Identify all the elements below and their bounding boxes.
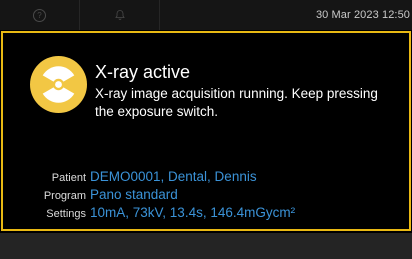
bottom-bar (0, 233, 412, 259)
program-label: Program (43, 190, 86, 202)
patient-value: DEMO0001, Dental, Dennis (90, 169, 257, 184)
xray-active-dialog: X-ray active X-ray image acquisition run… (1, 31, 411, 231)
radiation-hazard-icon (30, 56, 87, 113)
date-time: 30 Mar 2023 12:50 (315, 9, 410, 21)
bell-icon (114, 10, 125, 20)
top-status-bar: ? 30 Mar 2023 12:50 (0, 0, 412, 30)
patient-label: Patient (51, 172, 86, 184)
patient-row: Patient DEMO0001, Dental, Dennis (3, 169, 409, 187)
program-row: Program Pano standard (3, 187, 409, 205)
help-icon: ? (33, 8, 46, 22)
dialog-title: X-ray active (95, 62, 191, 82)
settings-row: Settings 10mA, 73kV, 13.4s, 146.4mGycm² (3, 205, 409, 223)
dialog-message: X-ray image acquisition running. Keep pr… (95, 86, 378, 119)
xray-screen: ? 30 Mar 2023 12:50 X-ray active X-ray i… (0, 0, 412, 259)
help-button[interactable]: ? (0, 0, 80, 30)
settings-value: 10mA, 73kV, 13.4s, 146.4mGycm² (90, 205, 296, 220)
notifications-button[interactable] (80, 0, 160, 30)
program-value: Pano standard (90, 187, 178, 202)
settings-label: Settings (46, 208, 86, 220)
exposure-details: Patient DEMO0001, Dental, Dennis Program… (3, 169, 409, 223)
